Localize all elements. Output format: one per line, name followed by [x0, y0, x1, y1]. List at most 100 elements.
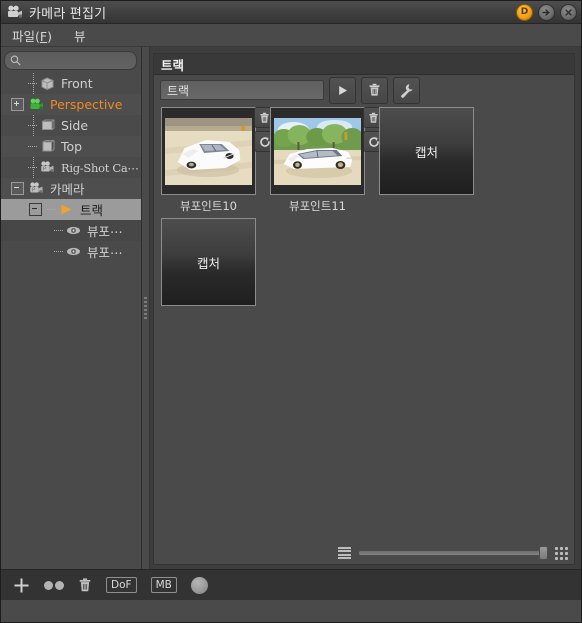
viewpoint-thumbnail[interactable] [161, 107, 256, 195]
dolby-button[interactable]: D [516, 3, 533, 21]
camera-icon [7, 5, 23, 19]
bottom-toolbar: DoF MB [1, 569, 581, 600]
track-toolbar [154, 75, 574, 105]
cube-icon [39, 139, 56, 154]
wrench-icon [401, 83, 413, 98]
track-pane: 트랙 트랙 뷰포인트10 뷰포인트11 캡처 캡처 [150, 47, 581, 569]
status-bar [1, 600, 581, 622]
track-name-input[interactable] [167, 83, 317, 97]
close-icon [565, 8, 572, 16]
tree-item-top[interactable]: Top [1, 136, 141, 157]
duplicate-button[interactable] [44, 574, 64, 596]
svg-text:P: P [43, 166, 46, 172]
tree-item-track[interactable]: 트랙 [1, 199, 141, 220]
grid-view-icon[interactable] [555, 546, 568, 560]
tree-item-perspective[interactable]: Perspective [1, 94, 141, 115]
title-bar-buttons: D [516, 3, 577, 21]
eye-icon [65, 244, 82, 259]
tree-item-label: 뷰포⋯ [87, 224, 123, 239]
camera-tree: Front Perspective Side Top P Rig-Shot Ca… [1, 73, 141, 569]
plus-icon [14, 578, 29, 592]
capture-cell[interactable]: 캡처 [160, 218, 257, 309]
trash-icon [79, 578, 91, 592]
trash-icon [369, 83, 380, 96]
camera-rig-icon: P [39, 160, 56, 175]
tree-item-label: Side [61, 118, 89, 133]
tree-connector [25, 120, 39, 131]
camera-rig-icon: P [28, 181, 45, 196]
arrow-right-icon [542, 8, 550, 16]
play-button[interactable] [329, 76, 356, 104]
tree-item-label: 트랙 [80, 203, 104, 218]
expander-minus-icon[interactable] [11, 182, 24, 195]
tree-connector [44, 204, 58, 215]
capture-button[interactable]: 캡처 [379, 107, 474, 195]
window-title: 카메라 편집기 [29, 6, 107, 22]
menu-view[interactable]: 뷰 [71, 24, 89, 47]
track-name-field[interactable] [160, 80, 324, 100]
title-bar: 카메라 편집기 D [1, 1, 581, 24]
slider-track [358, 550, 548, 556]
cube-icon [39, 76, 56, 91]
track-group-header: 트랙 [154, 54, 574, 75]
play-orange-icon [58, 202, 75, 217]
menu-file-mnemonic: F [39, 28, 48, 44]
pane-splitter[interactable] [142, 47, 150, 569]
viewpoint-caption: 뷰포인트11 [289, 199, 346, 213]
tree-item-front[interactable]: Front [1, 73, 141, 94]
track-group-body: 뷰포인트10 [154, 75, 574, 564]
search-box[interactable] [4, 51, 137, 70]
list-view-icon[interactable] [338, 546, 351, 560]
viewpoint-thumbnail[interactable] [270, 107, 365, 195]
search-wrap [1, 47, 141, 73]
viewpoint-thumbnails: 뷰포인트10 뷰포인트11 캡처 캡처 [154, 105, 574, 542]
tree-connector [25, 162, 39, 173]
tree-item-camera[interactable]: P 카메라 [1, 178, 141, 199]
dof-button[interactable]: DoF [106, 574, 137, 596]
tree-item-viewpoint-1[interactable]: 뷰포⋯ [1, 220, 141, 241]
splitter-grip-icon [144, 297, 147, 319]
play-icon [339, 85, 347, 95]
capture-button[interactable]: 캡처 [161, 218, 256, 306]
settings-button[interactable] [393, 76, 420, 104]
thumbnail-image [165, 117, 252, 185]
thumbnail-status-bar [154, 542, 574, 564]
menu-bar: 파일(F) 뷰 [1, 24, 581, 47]
capture-label: 캡처 [196, 255, 220, 271]
detach-button[interactable] [538, 3, 555, 21]
thumbnail-size-slider[interactable] [358, 546, 548, 560]
tree-item-label: Rig-Shot Ca⋯ [61, 160, 139, 175]
menu-file-label-end: ) [47, 28, 52, 44]
menu-file[interactable]: 파일(F) [9, 24, 55, 47]
search-input[interactable] [24, 54, 131, 67]
capture-cell[interactable]: 캡처 [378, 107, 475, 214]
slider-handle[interactable] [539, 546, 548, 560]
tree-item-label: 카메라 [50, 182, 85, 197]
expander-minus-icon[interactable] [29, 203, 42, 216]
cube-icon [39, 118, 56, 133]
color-button[interactable] [190, 574, 208, 596]
menu-file-label: 파일( [12, 28, 40, 44]
tree-item-label: 뷰포⋯ [87, 245, 123, 260]
delete-camera-button[interactable] [78, 574, 92, 596]
tree-item-side[interactable]: Side [1, 115, 141, 136]
thumbnail-image [274, 117, 361, 185]
expander-plus-icon[interactable] [11, 98, 24, 111]
tree-connector [51, 225, 65, 236]
tree-item-rig-shot-camera[interactable]: P Rig-Shot Ca⋯ [1, 157, 141, 178]
motion-blur-button[interactable]: MB [150, 574, 177, 596]
delete-button[interactable] [361, 76, 388, 104]
tree-item-label: Perspective [50, 97, 123, 112]
tree-item-viewpoint-2[interactable]: 뷰포⋯ [1, 241, 141, 262]
camera-editor-window: 카메라 편집기 D 파일(F) 뷰 Front Perspective Side… [0, 0, 582, 623]
tree-item-label: Front [61, 76, 93, 91]
capture-label: 캡처 [414, 144, 438, 160]
viewpoint-cell[interactable]: 뷰포인트11 [269, 107, 384, 214]
viewpoint-cell[interactable]: 뷰포인트10 [160, 107, 275, 214]
add-camera-button[interactable] [13, 574, 30, 596]
tree-connector [51, 246, 65, 257]
main-body: Front Perspective Side Top P Rig-Shot Ca… [1, 47, 581, 569]
close-button[interactable] [560, 3, 577, 21]
circle-icon [190, 576, 208, 594]
dot-icon [55, 580, 64, 590]
